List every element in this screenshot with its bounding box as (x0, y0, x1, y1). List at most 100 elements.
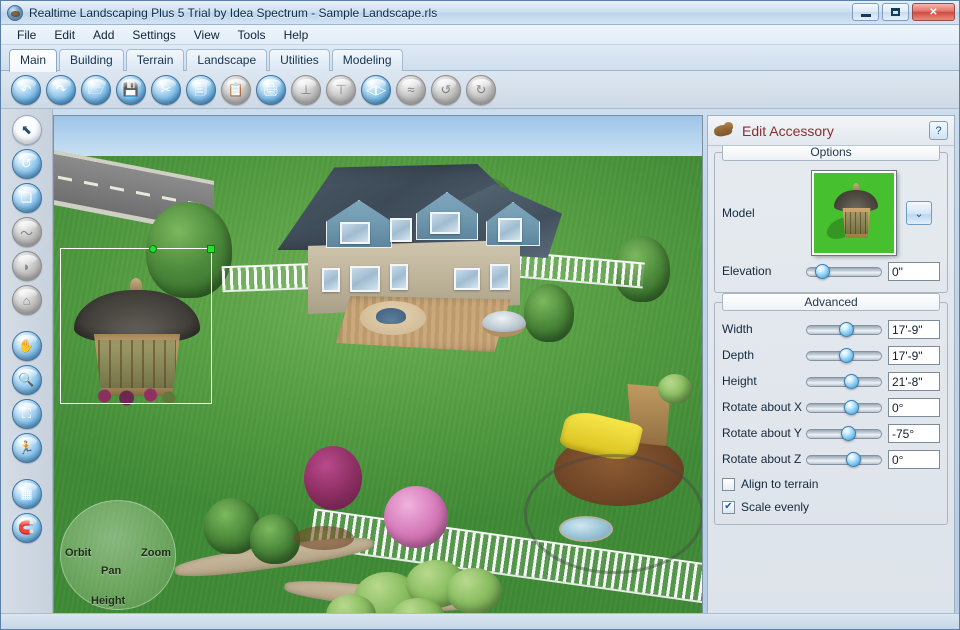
height-slider[interactable] (806, 373, 882, 389)
raise-glyph: ⊥ (300, 82, 312, 97)
tab-landscape[interactable]: Landscape (186, 49, 268, 71)
window-upper-1 (340, 222, 370, 244)
depth-label: Depth (722, 348, 755, 362)
redo-icon[interactable]: ↷ (46, 74, 76, 105)
rotate-x-slider-thumb[interactable] (844, 399, 859, 415)
help-button[interactable]: ? (929, 121, 948, 140)
menu-add[interactable]: Add (85, 26, 122, 44)
cut-icon[interactable]: ✂ (151, 74, 181, 105)
grid-glyph: ▦ (20, 486, 33, 501)
elevation-row: Elevation 0" (722, 259, 940, 283)
nav-orbit-label[interactable]: Orbit (65, 547, 91, 559)
width-slider[interactable] (806, 321, 882, 337)
copy-icon[interactable]: 🗐 (186, 74, 216, 105)
options-group-label: Options (722, 146, 940, 161)
main-toolbar: ↶ ↷ 🗁 💾 ✂ 🗐 📋 🖨 ⊥ ⊤ ◁▷ ≈ ↺ ↻ (1, 71, 959, 109)
copy-tool-icon[interactable]: ❏ (11, 183, 42, 213)
rotate-z-slider-thumb[interactable] (845, 451, 861, 467)
tab-modeling[interactable]: Modeling (331, 49, 403, 71)
house-model[interactable] (264, 156, 564, 352)
align-to-terrain-checkbox[interactable] (722, 477, 735, 491)
walkthrough-icon[interactable]: 🏃 (11, 433, 42, 463)
rotr-glyph: ↻ (475, 82, 487, 97)
height-slider-thumb[interactable] (844, 373, 859, 389)
tab-building[interactable]: Building (59, 49, 124, 71)
3d-viewport[interactable]: pan-hand-icon Orbit Zoom Pan Height (53, 115, 703, 617)
zoom-extents-icon[interactable]: ⛶ (11, 399, 42, 429)
pan-hand-icon[interactable]: ✋ (11, 331, 42, 361)
tab-main[interactable]: Main (9, 49, 58, 72)
menu-edit[interactable]: Edit (46, 26, 83, 44)
navigation-widget[interactable]: pan-hand-icon Orbit Zoom Pan Height (60, 500, 176, 610)
title-bar: Realtime Landscaping Plus 5 Trial by Ide… (1, 1, 959, 25)
rotate-x-value[interactable]: 0° (888, 397, 940, 417)
menu-settings[interactable]: Settings (124, 26, 183, 44)
scale-evenly-row[interactable]: ✔ Scale evenly (722, 497, 940, 517)
height-value[interactable]: 21'-8" (888, 371, 940, 391)
width-value[interactable]: 17'-9" (888, 319, 940, 339)
rotate-z-slider[interactable] (806, 451, 882, 467)
gazebo-flowers (88, 386, 180, 406)
smooth-glyph: ≈ (407, 82, 415, 97)
save-icon[interactable]: 💾 (116, 74, 146, 105)
grid-icon[interactable]: ▦ (11, 479, 42, 509)
window-lower-3 (390, 264, 408, 290)
mirror-icon[interactable]: ◁▷ (361, 74, 391, 105)
magnet-glyph: 🧲 (18, 520, 35, 535)
magnet-snap-icon[interactable]: 🧲 (11, 513, 42, 543)
rotate-x-label: Rotate about X (722, 400, 803, 414)
rotate-y-slider-thumb[interactable] (840, 425, 856, 441)
elevation-slider[interactable] (806, 263, 882, 279)
smooth-icon: ≈ (396, 74, 426, 105)
rotate-y-slider[interactable] (806, 425, 882, 441)
menu-tools[interactable]: Tools (230, 26, 274, 44)
elevation-slider-thumb[interactable] (815, 263, 831, 279)
tab-terrain[interactable]: Terrain (125, 49, 185, 71)
menu-help[interactable]: Help (276, 26, 317, 44)
nav-height-label[interactable]: Height (91, 595, 125, 607)
window-upper-2 (390, 218, 412, 242)
zoom-magnifier-icon[interactable]: 🔍 (11, 365, 42, 395)
menu-view[interactable]: View (186, 26, 228, 44)
gazebo-model[interactable] (72, 276, 202, 406)
rotate-z-value[interactable]: 0° (888, 449, 940, 469)
rotate-y-value[interactable]: -75° (888, 423, 940, 443)
tab-utilities[interactable]: Utilities (269, 49, 330, 71)
rotate-y-label: Rotate about Y (722, 426, 802, 440)
window-lower-4 (454, 268, 480, 290)
cut-glyph: ✂ (160, 82, 172, 97)
select-arrow-icon[interactable]: ⬉ (11, 115, 42, 145)
depth-value[interactable]: 17'-9" (888, 345, 940, 365)
panel-body: Options Model ⌄ Elevation 0" Advanced Wi… (708, 146, 954, 616)
poly-glyph: ⌂ (22, 292, 31, 308)
rotate-tool-icon[interactable]: ↺ (11, 149, 42, 179)
depth-slider[interactable] (806, 347, 882, 363)
height-label: Height (722, 374, 757, 388)
width-slider-thumb[interactable] (839, 321, 855, 337)
shrub-cluster-3 (446, 568, 502, 614)
elevation-value[interactable]: 0" (888, 261, 940, 281)
nav-pan-label[interactable]: Pan (101, 565, 121, 577)
close-button[interactable]: ✕ (912, 3, 955, 21)
scale-evenly-checkbox[interactable]: ✔ (722, 500, 735, 514)
align-to-terrain-row[interactable]: Align to terrain (722, 474, 940, 494)
menu-file[interactable]: File (9, 26, 44, 44)
open-file-icon[interactable]: 🗁 (81, 74, 111, 105)
rotate-x-slider[interactable] (806, 399, 882, 415)
rotate-x-row: Rotate about X 0° (722, 395, 940, 419)
gazebo-thumbnail[interactable] (812, 171, 896, 255)
undo-glyph: ↶ (20, 82, 32, 97)
rotate-glyph: ↺ (21, 156, 32, 171)
rotate-left-icon: ↺ (431, 74, 461, 105)
chevron-down-icon[interactable]: ⌄ (906, 201, 932, 225)
restore-button[interactable] (882, 3, 909, 21)
undo-icon[interactable]: ↶ (11, 74, 41, 105)
print-icon[interactable]: 🖨 (256, 74, 286, 105)
select-glyph: ⬉ (21, 122, 32, 137)
nav-zoom-label[interactable]: Zoom (141, 547, 171, 559)
minimize-button[interactable] (852, 3, 879, 21)
application-window: Realtime Landscaping Plus 5 Trial by Ide… (0, 0, 960, 630)
properties-panel: Edit Accessory ? Options Model ⌄ Elevati… (707, 115, 955, 617)
shrub-dark-mid (250, 514, 300, 564)
depth-slider-thumb[interactable] (839, 347, 855, 363)
